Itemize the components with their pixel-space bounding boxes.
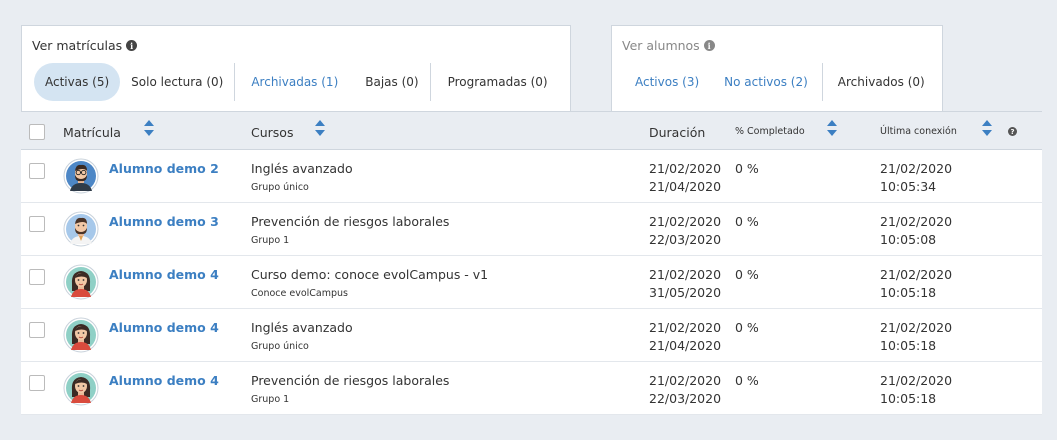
last-connection-time: 10:05:34 bbox=[880, 179, 937, 194]
help-icon[interactable]: ? bbox=[1008, 127, 1017, 136]
female-avatar bbox=[63, 264, 99, 300]
matriculas-panel-title: Ver matrículas i bbox=[32, 38, 138, 53]
alumnos-panel-title: Ver alumnos i bbox=[622, 38, 715, 53]
matriculas-filters: Activas (5) Solo lectura (0) Archivadas … bbox=[34, 63, 565, 101]
completion-percent: 0 % bbox=[735, 267, 759, 282]
table-row: Alumno demo 4 Prevención de riesgos labo… bbox=[21, 362, 1042, 415]
header-ultima-conexion[interactable]: Última conexión bbox=[880, 126, 957, 137]
course-name: Prevención de riesgos laborales bbox=[251, 373, 450, 388]
course-name: Inglés avanzado bbox=[251, 161, 353, 176]
table-row: Alumno demo 4 Inglés avanzado Grupo únic… bbox=[21, 309, 1042, 362]
row-checkbox[interactable] bbox=[29, 269, 45, 285]
sort-icon[interactable] bbox=[981, 120, 993, 138]
end-date: 21/04/2020 bbox=[649, 179, 722, 194]
last-connection-date: 21/02/2020 bbox=[880, 320, 953, 335]
student-name-link[interactable]: Alumno demo 3 bbox=[109, 214, 219, 229]
row-checkbox[interactable] bbox=[29, 163, 45, 179]
row-checkbox[interactable] bbox=[29, 216, 45, 232]
enrollments-table: Matrícula Cursos Duración % Completado Ú… bbox=[21, 111, 1042, 415]
alumnos-title-text: Ver alumnos bbox=[622, 38, 700, 53]
table-row: Alumno demo 2 Inglés avanzado Grupo únic… bbox=[21, 150, 1042, 203]
completion-percent: 0 % bbox=[735, 161, 759, 176]
male-glasses-avatar bbox=[63, 158, 99, 194]
last-connection-date: 21/02/2020 bbox=[880, 267, 953, 282]
table-header: Matrícula Cursos Duración % Completado Ú… bbox=[21, 111, 1042, 150]
start-date: 21/02/2020 bbox=[649, 373, 722, 388]
start-date: 21/02/2020 bbox=[649, 161, 722, 176]
group-name: Grupo 1 bbox=[251, 394, 290, 405]
last-connection-time: 10:05:08 bbox=[880, 232, 937, 247]
group-name: Conoce evolCampus bbox=[251, 288, 348, 299]
filter-bajas[interactable]: Bajas (0) bbox=[354, 63, 429, 101]
group-name: Grupo único bbox=[251, 341, 309, 352]
alumnos-filter-panel: Ver alumnos i Activos (3) No activos (2)… bbox=[611, 25, 943, 111]
start-date: 21/02/2020 bbox=[649, 320, 722, 335]
end-date: 22/03/2020 bbox=[649, 232, 722, 247]
female-avatar bbox=[63, 317, 99, 353]
course-name: Prevención de riesgos laborales bbox=[251, 214, 450, 229]
header-completado[interactable]: % Completado bbox=[735, 126, 805, 137]
last-connection-time: 10:05:18 bbox=[880, 338, 937, 353]
end-date: 31/05/2020 bbox=[649, 285, 722, 300]
completion-percent: 0 % bbox=[735, 214, 759, 229]
sort-icon[interactable] bbox=[143, 120, 155, 138]
matriculas-title-text: Ver matrículas bbox=[32, 38, 123, 53]
sort-icon[interactable] bbox=[314, 120, 326, 138]
info-icon[interactable]: i bbox=[126, 40, 138, 51]
filter-activos[interactable]: Activos (3) bbox=[624, 63, 710, 101]
filter-programadas[interactable]: Programadas (0) bbox=[431, 63, 565, 101]
student-name-link[interactable]: Alumno demo 2 bbox=[109, 161, 219, 176]
header-cursos[interactable]: Cursos bbox=[251, 125, 293, 140]
table-row: Alumno demo 3 Prevención de riesgos labo… bbox=[21, 203, 1042, 256]
course-name: Curso demo: conoce evolCampus - v1 bbox=[251, 267, 489, 282]
row-checkbox[interactable] bbox=[29, 375, 45, 391]
header-matricula[interactable]: Matrícula bbox=[63, 125, 121, 140]
filter-solo-lectura[interactable]: Solo lectura (0) bbox=[120, 63, 234, 101]
sort-icon[interactable] bbox=[826, 120, 838, 138]
last-connection-date: 21/02/2020 bbox=[880, 214, 953, 229]
alumnos-filters: Activos (3) No activos (2) Archivados (0… bbox=[624, 63, 940, 101]
last-connection-time: 10:05:18 bbox=[880, 285, 937, 300]
end-date: 22/03/2020 bbox=[649, 391, 722, 406]
filter-no-activos[interactable]: No activos (2) bbox=[710, 63, 822, 101]
header-duracion[interactable]: Duración bbox=[649, 125, 705, 140]
female-avatar bbox=[63, 370, 99, 406]
start-date: 21/02/2020 bbox=[649, 267, 722, 282]
male-beard-avatar bbox=[63, 211, 99, 247]
student-name-link[interactable]: Alumno demo 4 bbox=[109, 320, 219, 335]
last-connection-date: 21/02/2020 bbox=[880, 161, 953, 176]
filter-activas[interactable]: Activas (5) bbox=[34, 63, 121, 101]
start-date: 21/02/2020 bbox=[649, 214, 722, 229]
completion-percent: 0 % bbox=[735, 320, 759, 335]
table-row: Alumno demo 4 Curso demo: conoce evolCam… bbox=[21, 256, 1042, 309]
last-connection-date: 21/02/2020 bbox=[880, 373, 953, 388]
info-icon[interactable]: i bbox=[703, 40, 715, 51]
student-name-link[interactable]: Alumno demo 4 bbox=[109, 373, 219, 388]
select-all-checkbox[interactable] bbox=[29, 124, 45, 140]
course-name: Inglés avanzado bbox=[251, 320, 353, 335]
filter-archivados[interactable]: Archivados (0) bbox=[823, 63, 940, 101]
student-name-link[interactable]: Alumno demo 4 bbox=[109, 267, 219, 282]
group-name: Grupo 1 bbox=[251, 235, 290, 246]
last-connection-time: 10:05:18 bbox=[880, 391, 937, 406]
matriculas-filter-panel: Ver matrículas i Activas (5) Solo lectur… bbox=[21, 25, 571, 111]
filter-archivadas[interactable]: Archivadas (1) bbox=[235, 63, 354, 101]
end-date: 21/04/2020 bbox=[649, 338, 722, 353]
group-name: Grupo único bbox=[251, 182, 309, 193]
completion-percent: 0 % bbox=[735, 373, 759, 388]
row-checkbox[interactable] bbox=[29, 322, 45, 338]
